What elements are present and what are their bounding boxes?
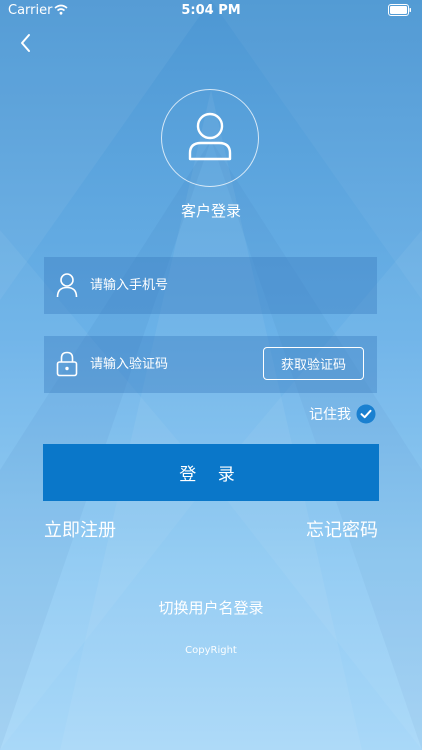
lock-icon [56,351,78,377]
phone-input[interactable] [90,273,290,297]
user-icon [188,112,232,161]
remember-me-label: 记住我 [309,407,351,423]
forgot-password-link[interactable]: 忘记密码 [306,516,378,542]
check-circle-icon[interactable] [356,404,376,424]
remember-me-toggle[interactable]: 记住我 [309,403,376,425]
copyright-text: CopyRight [185,645,237,656]
login-button[interactable]: 登 录 [43,444,379,501]
get-code-button[interactable]: 获取验证码 [263,347,364,380]
phone-field [44,257,377,314]
status-bar: Carrier 5:04 PM [0,0,422,24]
code-input[interactable] [90,352,290,376]
register-link[interactable]: 立即注册 [44,516,116,542]
page-title: 客户登录 [180,202,241,220]
code-field: 获取验证码 [44,336,377,393]
chevron-left-icon[interactable] [14,30,40,56]
switch-username-login-link[interactable]: 切换用户名登录 [0,597,422,618]
user-icon [56,273,78,298]
battery-icon [388,4,411,16]
avatar [161,89,259,187]
status-time: 5:04 PM [181,3,241,18]
